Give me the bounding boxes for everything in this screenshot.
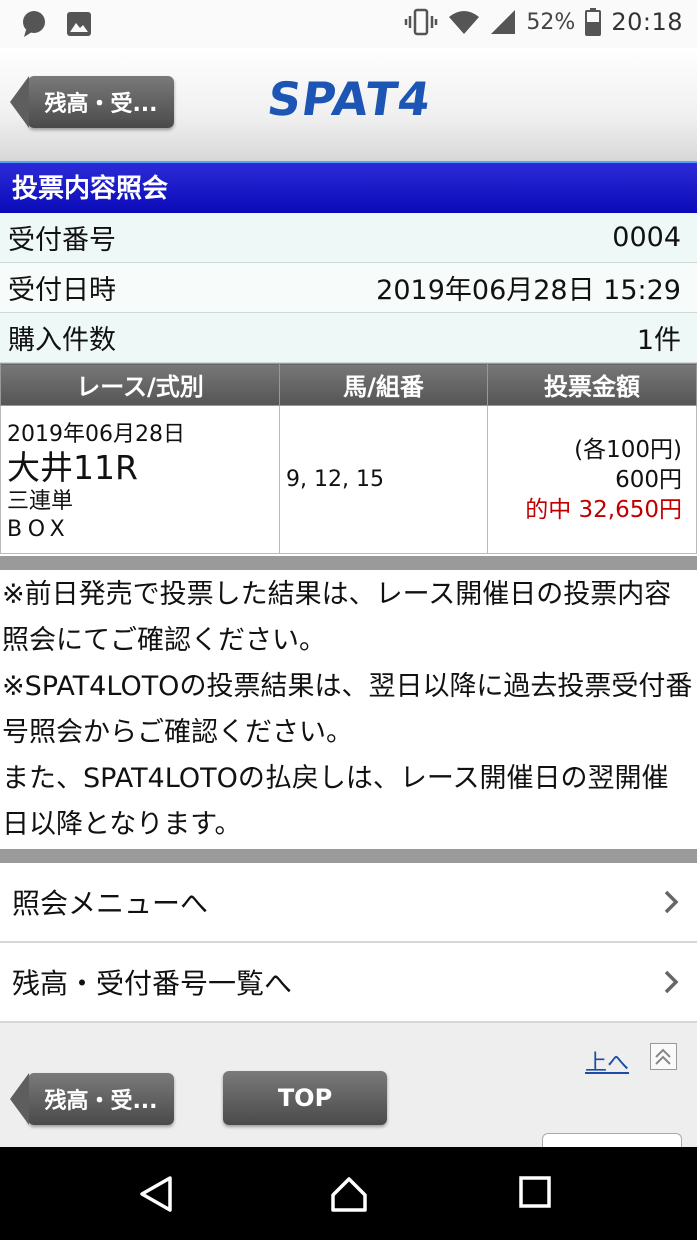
race-date: 2019年06月28日 bbox=[7, 421, 185, 447]
battery-icon bbox=[585, 8, 602, 36]
system-nav-bar bbox=[0, 1147, 697, 1240]
receipt-number-row: 受付番号 0004 bbox=[0, 213, 697, 263]
amount-cell: (各100円) 600円 的中 32,650円 bbox=[487, 405, 697, 554]
scroll-top-icon[interactable] bbox=[650, 1043, 677, 1070]
chevron-right-icon bbox=[664, 970, 679, 994]
hit-amount: 的中 32,650円 bbox=[525, 496, 682, 523]
column-header-race: レース/式別 bbox=[0, 363, 280, 406]
page-title: 投票内容照会 bbox=[0, 161, 697, 213]
vibrate-icon bbox=[405, 8, 438, 36]
home-nav-icon[interactable] bbox=[329, 1175, 369, 1213]
bet-type: 三連単 bbox=[7, 488, 74, 514]
menu-item-label: 残高・受付番号一覧へ bbox=[12, 967, 293, 1000]
recents-nav-icon[interactable] bbox=[518, 1175, 552, 1209]
clock: 20:18 bbox=[611, 8, 683, 36]
image-icon bbox=[67, 12, 91, 36]
receipt-number-label: 受付番号 bbox=[8, 225, 116, 256]
app-header: 残高・受... SPAT4 bbox=[0, 48, 697, 161]
receipt-datetime-value: 2019年06月28日 15:29 bbox=[376, 275, 681, 306]
chat-icon bbox=[23, 11, 45, 37]
amount-total: 600円 bbox=[615, 466, 682, 493]
scroll-top-link[interactable]: 上へ bbox=[585, 1045, 629, 1077]
back-button-bottom[interactable]: 残高・受... bbox=[10, 1073, 174, 1125]
top-button[interactable]: TOP bbox=[223, 1071, 387, 1125]
wifi-icon bbox=[449, 11, 480, 34]
bet-mode: BOX bbox=[7, 516, 71, 542]
receipt-datetime-label: 受付日時 bbox=[8, 275, 116, 306]
menu-item-label: 照会メニューへ bbox=[12, 887, 209, 920]
note-presale: ※前日発売で投票した結果は、レース開催日の投票内容照会にてご確認ください。 bbox=[2, 579, 672, 656]
divider bbox=[0, 849, 697, 863]
purchase-count-row: 購入件数 1件 bbox=[0, 313, 697, 363]
receipt-datetime-row: 受付日時 2019年06月28日 15:29 bbox=[0, 263, 697, 313]
page-footer: 上へ 残高・受... TOP bbox=[0, 1023, 697, 1153]
column-header-combo: 馬/組番 bbox=[279, 363, 488, 406]
status-bar: 52% 20:18 bbox=[0, 0, 697, 48]
spat4-logo: SPAT4 bbox=[264, 72, 435, 126]
menu-item-inquiry[interactable]: 照会メニューへ bbox=[0, 863, 697, 943]
column-header-amount: 投票金額 bbox=[487, 363, 697, 406]
race-name: 大井11R bbox=[7, 447, 138, 487]
notes: ※前日発売で投票した結果は、レース開催日の投票内容照会にてご確認ください。 ※S… bbox=[2, 572, 694, 848]
menu-item-balance-list[interactable]: 残高・受付番号一覧へ bbox=[0, 943, 697, 1023]
battery-percent: 52% bbox=[526, 9, 576, 35]
purchase-count-label: 購入件数 bbox=[8, 325, 116, 356]
table-header-row: レース/式別 馬/組番 投票金額 bbox=[0, 363, 697, 406]
chevron-right-icon bbox=[664, 890, 679, 914]
table-row: 2019年06月28日 大井11R 三連単 BOX 9, 12, 15 (各10… bbox=[0, 405, 697, 554]
receipt-number-value: 0004 bbox=[612, 222, 681, 253]
bet-table: レース/式別 馬/組番 投票金額 2019年06月28日 大井11R 三連単 B… bbox=[0, 363, 697, 554]
combo-cell: 9, 12, 15 bbox=[279, 405, 488, 554]
back-nav-icon[interactable] bbox=[138, 1175, 174, 1213]
signal-icon bbox=[491, 10, 516, 34]
race-cell: 2019年06月28日 大井11R 三連単 BOX bbox=[0, 405, 280, 554]
note-loto-result: ※SPAT4LOTOの投票結果は、翌日以降に過去投票受付番号照会からご確認くださ… bbox=[2, 671, 693, 748]
amount-each: (各100円) bbox=[574, 436, 682, 463]
note-loto-payout: また、SPAT4LOTOの払戻しは、レース開催日の翌開催日以降となります。 bbox=[2, 763, 669, 840]
divider bbox=[0, 556, 697, 570]
purchase-count-value: 1件 bbox=[636, 325, 681, 356]
back-button[interactable]: 残高・受... bbox=[10, 76, 174, 128]
